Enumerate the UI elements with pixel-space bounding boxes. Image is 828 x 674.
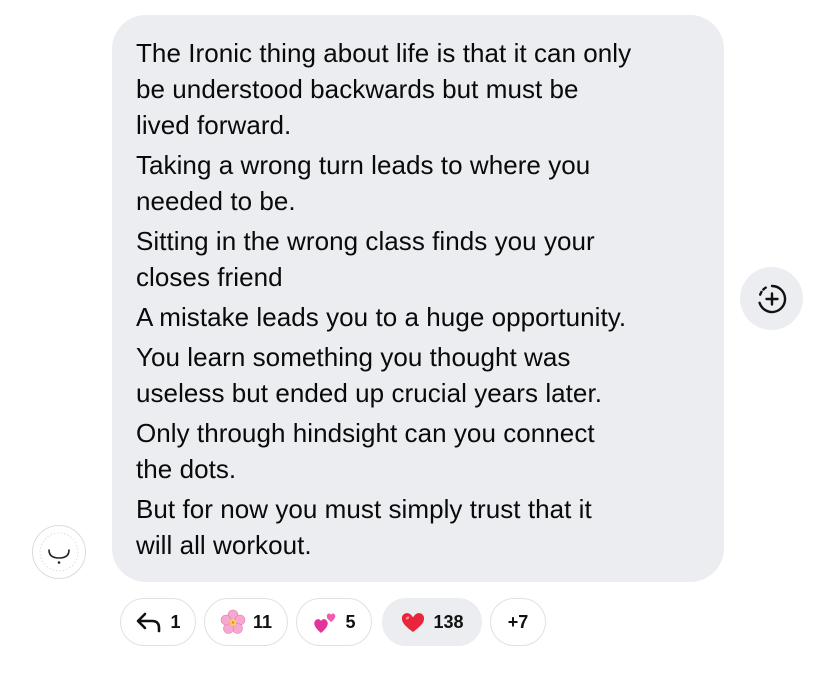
message-line: A mistake leads you to a huge opportunit…	[136, 302, 627, 332]
arabic-letter-ba-logo	[39, 532, 79, 572]
reaction-pill-two-hearts[interactable]: 5	[296, 598, 372, 646]
more-reactions-pill[interactable]: +7	[490, 598, 546, 646]
sender-avatar[interactable]	[32, 525, 86, 579]
add-reaction-icon	[757, 284, 786, 313]
message-bubble[interactable]: The Ironic thing about life is that it c…	[112, 15, 724, 582]
message-line: useless but ended up crucial years later…	[136, 378, 602, 408]
reaction-count: 138	[433, 611, 464, 632]
two-hearts-emoji	[314, 613, 336, 633]
reply-count: 1	[170, 611, 181, 632]
message-line: But for now you must simply trust that i…	[136, 494, 592, 524]
message-line: lived forward.	[136, 110, 292, 140]
cherry-blossom-emoji	[220, 609, 246, 634]
message-line: closes friend	[136, 262, 283, 292]
message-line: Taking a wrong turn leads to where you	[136, 150, 591, 180]
reply-count-pill[interactable]: 1	[120, 598, 196, 646]
add-reaction-button[interactable]	[740, 267, 803, 330]
reaction-pill-red-heart[interactable]: 138	[382, 598, 482, 646]
reply-arrow-icon	[137, 612, 161, 633]
message-line: be understood backwards but must be	[136, 74, 579, 104]
message-line: Only through hindsight can you connect	[136, 418, 595, 448]
reaction-count: 5	[345, 611, 356, 632]
red-heart-emoji	[402, 613, 425, 632]
message-line: the dots.	[136, 454, 237, 484]
message-line: will all workout.	[136, 530, 312, 560]
message-line: needed to be.	[136, 186, 296, 216]
message-line: Sitting in the wrong class finds you you…	[136, 226, 595, 256]
more-reactions-count: +7	[507, 611, 529, 632]
reaction-pill-cherry-blossom[interactable]: 11	[204, 598, 288, 646]
message-line: You learn something you thought was	[136, 342, 571, 372]
reaction-count: 11	[252, 611, 273, 632]
message-line: The Ironic thing about life is that it c…	[136, 38, 632, 68]
